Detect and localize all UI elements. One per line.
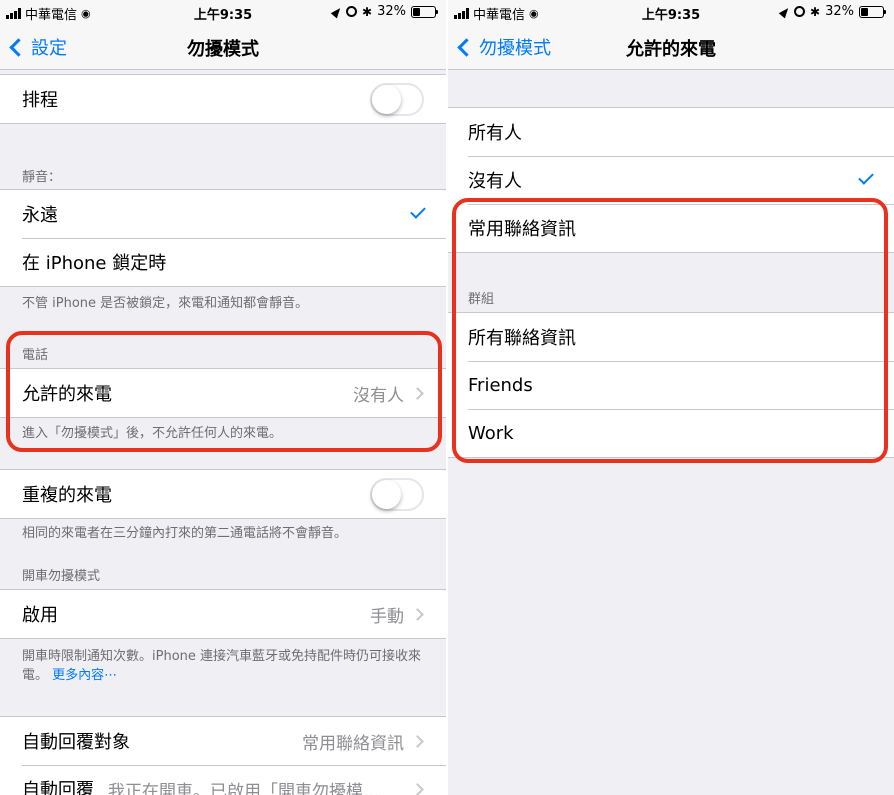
- bluetooth-icon: ✱: [810, 4, 821, 19]
- group-friends-row[interactable]: Friends: [448, 361, 894, 409]
- repeated-calls-label: 重複的來電: [22, 485, 112, 506]
- silence-locked-label: 在 iPhone 鎖定時: [22, 253, 167, 274]
- group-label: Work: [468, 422, 514, 444]
- activate-value: 手動: [370, 606, 404, 627]
- alarm-icon: [794, 6, 806, 17]
- auto-reply-value: 我正在開車。已啟用「開車勿擾模...: [108, 781, 380, 795]
- nav-bar: 勿擾模式 允許的來電: [448, 24, 894, 70]
- activate-row[interactable]: 啟用 手動: [0, 590, 446, 638]
- allow-options-group: 所有人 沒有人 常用聯絡資訊: [448, 107, 894, 253]
- silence-always-row[interactable]: 永遠: [0, 190, 446, 238]
- nav-bar: 設定 勿擾模式: [0, 24, 446, 70]
- page-title: 勿擾模式: [187, 39, 259, 60]
- silence-group: 永遠 在 iPhone 鎖定時: [0, 189, 446, 287]
- battery-icon: [411, 5, 438, 18]
- repeated-calls-row: 重複的來電: [0, 470, 446, 518]
- status-bar: 中華電信 ◉ 上午9:35 ✱ 32%: [0, 0, 446, 24]
- groups-header: 群組: [468, 292, 495, 307]
- schedule-row: 排程: [0, 75, 446, 123]
- option-favorites-row[interactable]: 常用聯絡資訊: [448, 204, 894, 252]
- chevron-right-icon: [411, 607, 424, 621]
- auto-reply-row[interactable]: 自動回覆 我正在開車。已啟用「開車勿擾模...: [0, 765, 446, 795]
- group-all-contacts-row[interactable]: 所有聯絡資訊: [448, 313, 894, 361]
- group-label: 所有聯絡資訊: [468, 328, 576, 349]
- silence-always-label: 永遠: [22, 205, 58, 226]
- location-icon: [778, 5, 792, 18]
- allow-calls-row[interactable]: 允許的來電 沒有人: [0, 369, 446, 417]
- left-screen: 中華電信 ◉ 上午9:35 ✱ 32% 設定 勿擾模式 排程 靜音： 永遠 在 …: [0, 0, 446, 795]
- chevron-right-icon: [411, 782, 424, 795]
- option-no-one-row[interactable]: 沒有人: [448, 156, 894, 204]
- driving-header: 開車勿擾模式: [22, 569, 101, 584]
- activate-label: 啟用: [22, 605, 58, 626]
- silence-locked-row[interactable]: 在 iPhone 鎖定時: [0, 238, 446, 286]
- silence-header: 靜音：: [22, 170, 62, 185]
- auto-reply-group: 自動回覆對象 常用聯絡資訊 自動回覆 我正在開車。已啟用「開車勿擾模...: [0, 716, 446, 795]
- phone-footer: 進入「勿擾模式」後，不允許任何人的來電。: [22, 426, 283, 441]
- option-label: 沒有人: [468, 171, 522, 192]
- driving-footer: 開車時限制通知次數。iPhone 連接汽車藍牙或免持配件時仍可接收來電。 更多內…: [22, 647, 428, 685]
- auto-reply-to-label: 自動回覆對象: [22, 732, 130, 753]
- allow-calls-label: 允許的來電: [22, 384, 112, 405]
- status-bar: 中華電信 ◉ 上午9:35 ✱ 32%: [448, 0, 894, 24]
- driving-group: 啟用 手動: [0, 589, 446, 639]
- option-everyone-row[interactable]: 所有人: [448, 108, 894, 156]
- chevron-right-icon: [411, 734, 424, 748]
- alarm-icon: [346, 6, 358, 17]
- allow-calls-value: 沒有人: [353, 385, 404, 406]
- silence-footer: 不管 iPhone 是否被鎖定，來電和通知都會靜音。: [22, 296, 309, 311]
- page-title: 允許的來電: [626, 39, 716, 60]
- group-work-row[interactable]: Work: [448, 409, 894, 457]
- battery-icon: [859, 5, 886, 18]
- checkmark-icon: [858, 169, 874, 185]
- more-link[interactable]: 更多內容⋯: [52, 668, 117, 683]
- battery-percent: 32%: [377, 4, 406, 19]
- repeated-calls-group: 重複的來電: [0, 469, 446, 519]
- checkmark-icon: [410, 203, 426, 219]
- chevron-right-icon: [411, 386, 424, 400]
- phone-group: 允許的來電 沒有人: [0, 368, 446, 418]
- auto-reply-label: 自動回覆: [22, 780, 94, 795]
- bluetooth-icon: ✱: [362, 4, 373, 19]
- schedule-label: 排程: [22, 90, 58, 111]
- right-screen: 中華電信 ◉ 上午9:35 ✱ 32% 勿擾模式 允許的來電 所有人 沒有人 常…: [448, 0, 894, 795]
- option-label: 所有人: [468, 123, 522, 144]
- battery-percent: 32%: [825, 4, 854, 19]
- group-label: Friends: [468, 374, 533, 396]
- schedule-toggle[interactable]: [370, 82, 424, 116]
- repeated-footer: 相同的來電者在三分鐘內打來的第二通電話將不會靜音。: [22, 526, 348, 541]
- phone-header: 電話: [22, 348, 49, 363]
- repeated-calls-toggle[interactable]: [370, 477, 424, 511]
- schedule-group: 排程: [0, 74, 446, 124]
- option-label: 常用聯絡資訊: [468, 219, 576, 240]
- auto-reply-to-value: 常用聯絡資訊: [302, 733, 404, 754]
- location-icon: [330, 5, 344, 18]
- groups-group: 所有聯絡資訊 Friends Work: [448, 312, 894, 458]
- auto-reply-to-row[interactable]: 自動回覆對象 常用聯絡資訊: [0, 717, 446, 765]
